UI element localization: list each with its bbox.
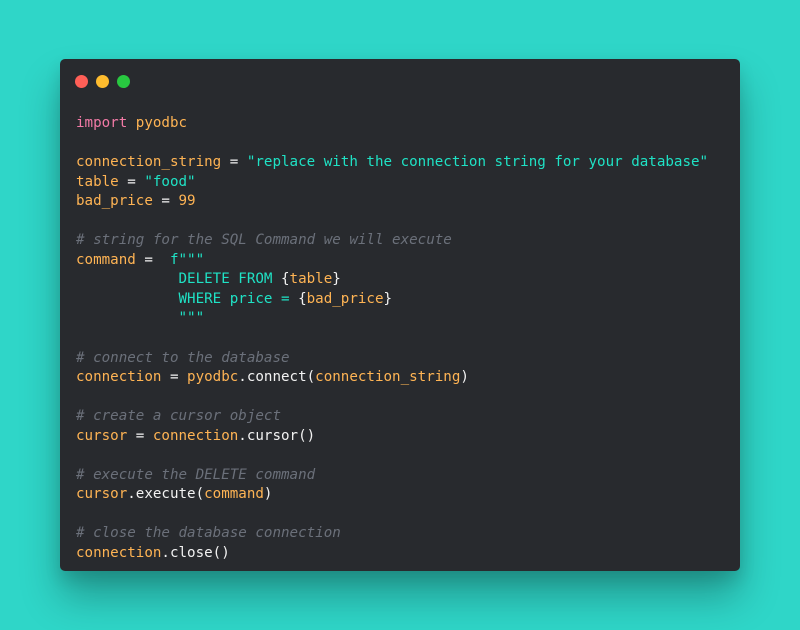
code-window: import pyodbc connection_string = "replac… bbox=[60, 59, 740, 571]
code-token-variable: command bbox=[204, 486, 264, 503]
maximize-dot[interactable] bbox=[117, 75, 130, 88]
close-dot[interactable] bbox=[75, 75, 88, 88]
code-line: # create a cursor object bbox=[76, 407, 708, 427]
code-token-string: DELETE FROM bbox=[76, 271, 281, 288]
code-token-comment: # close the database connection bbox=[76, 525, 341, 542]
code-token-comment: # connect to the database bbox=[76, 349, 290, 366]
code-line: """ bbox=[76, 309, 708, 329]
code-line: cursor = connection.cursor() bbox=[76, 427, 708, 447]
code-token-variable: cursor bbox=[76, 427, 128, 444]
code-token-variable: table bbox=[76, 173, 119, 190]
code-line: # string for the SQL Command we will exe… bbox=[76, 231, 708, 251]
code-line: connection_string = "replace with the co… bbox=[76, 153, 708, 173]
code-token-variable: connection_string bbox=[76, 154, 222, 171]
code-token-variable: bad_price bbox=[76, 193, 153, 210]
window-controls bbox=[75, 75, 130, 88]
code-token-plain: } bbox=[332, 271, 341, 288]
code-token-plain: { bbox=[281, 271, 290, 288]
minimize-dot[interactable] bbox=[96, 75, 109, 88]
code-token-plain: = bbox=[221, 154, 247, 171]
code-line: bad_price = 99 bbox=[76, 192, 708, 212]
code-line: # close the database connection bbox=[76, 524, 708, 544]
code-line: WHERE price = {bad_price} bbox=[76, 290, 708, 310]
code-line: # connect to the database bbox=[76, 349, 708, 369]
code-token-string: WHERE price = bbox=[76, 290, 299, 307]
code-token-plain: .connect( bbox=[238, 369, 316, 386]
code-line: connection = pyodbc.connect(connection_s… bbox=[76, 368, 708, 388]
code-token-plain: } bbox=[383, 290, 393, 307]
code-token-variable: cursor bbox=[76, 486, 128, 503]
code-token-plain: ) bbox=[263, 486, 273, 503]
code-line: # execute the DELETE command bbox=[76, 466, 708, 486]
code-token-variable: bad_price bbox=[306, 290, 384, 307]
code-line: DELETE FROM {table} bbox=[76, 270, 708, 290]
code-line: command = f""" bbox=[76, 251, 708, 271]
code-token-string: f""" bbox=[169, 251, 205, 268]
code-token-comment: # string for the SQL Command we will exe… bbox=[76, 232, 452, 249]
code-token-plain: .close() bbox=[161, 545, 230, 562]
code-token-plain: = bbox=[152, 193, 179, 210]
code-token-plain: = bbox=[161, 369, 188, 386]
code-token-plain: { bbox=[298, 290, 307, 307]
code-token-variable: connection bbox=[76, 545, 162, 562]
code-token-string: """ bbox=[76, 310, 205, 327]
code-token-variable: pyodbc bbox=[187, 369, 239, 386]
code-token-variable: command bbox=[76, 251, 136, 268]
code-token-variable: table bbox=[289, 271, 333, 288]
code-token-plain: .execute( bbox=[127, 486, 205, 503]
code-line: import pyodbc bbox=[76, 114, 708, 134]
code-token-comment: # create a cursor object bbox=[76, 408, 281, 425]
code-token-plain: .cursor() bbox=[238, 427, 316, 444]
code-line: connection.close() bbox=[76, 544, 708, 564]
code-token-variable: pyodbc bbox=[135, 115, 188, 131]
code-token-variable: connection bbox=[152, 427, 239, 444]
code-token-keyword: import bbox=[76, 115, 128, 131]
code-token-plain: = bbox=[118, 173, 145, 190]
code-token-string: "food" bbox=[144, 173, 196, 190]
code-block: import pyodbc connection_string = "replac… bbox=[76, 114, 708, 564]
code-token-string: "replace with the connection string for … bbox=[246, 154, 709, 171]
code-line: cursor.execute(command) bbox=[76, 485, 708, 505]
code-token-plain: = bbox=[135, 251, 170, 268]
code-token-plain: ) bbox=[460, 369, 469, 386]
code-token-plain: = bbox=[127, 427, 153, 444]
code-token-variable: connection_string bbox=[315, 369, 461, 386]
code-token-variable: connection bbox=[76, 369, 162, 386]
code-token-variable: 99 bbox=[178, 193, 196, 210]
code-token-comment: # execute the DELETE command bbox=[76, 466, 316, 483]
code-line: table = "food" bbox=[76, 173, 708, 193]
